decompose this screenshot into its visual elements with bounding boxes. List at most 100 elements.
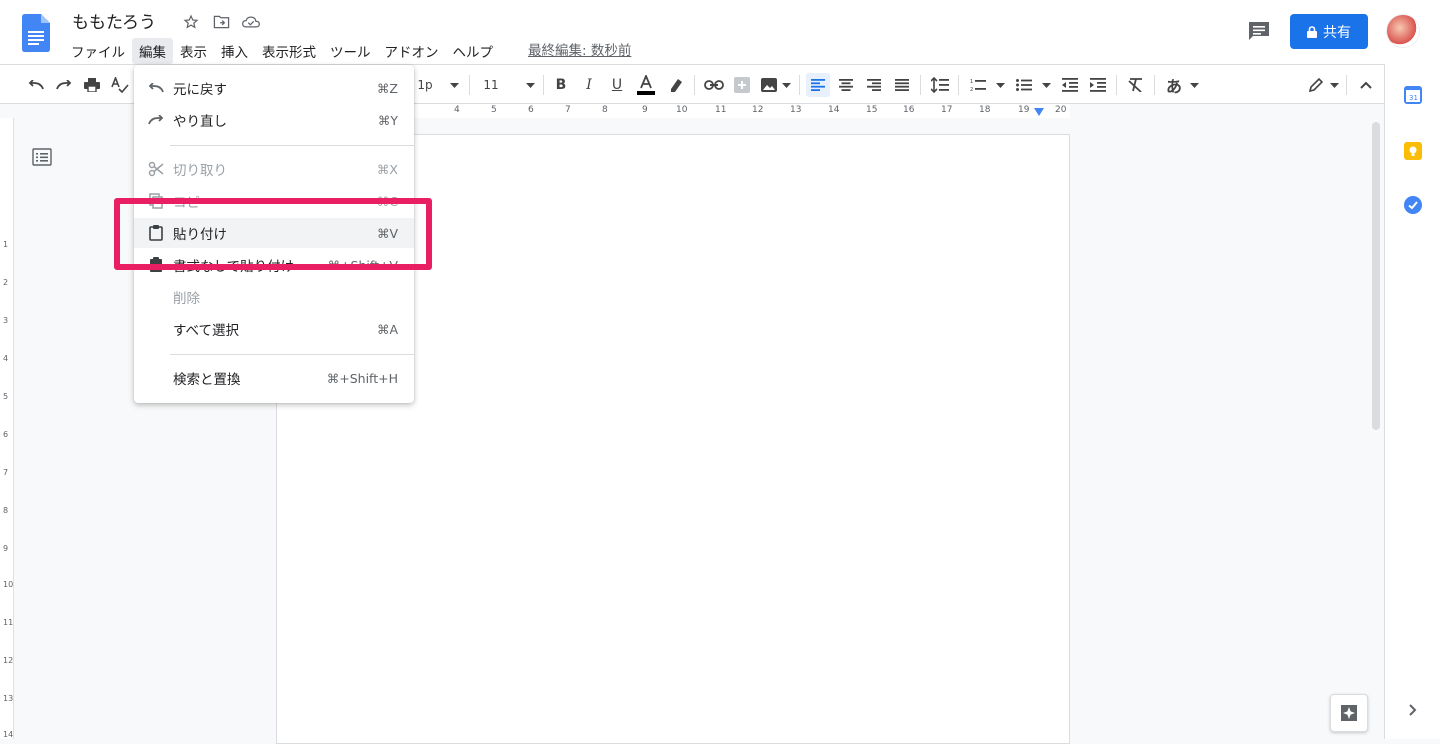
bulleted-list-icon[interactable] <box>1012 73 1036 97</box>
ruler-tick: 8 <box>3 506 9 515</box>
increase-indent-icon[interactable] <box>1086 73 1110 97</box>
last-edit-link[interactable]: 最終編集: 数秒前 <box>528 39 631 59</box>
menu-item-label: 元に戻す <box>173 82 227 98</box>
toolbar-divider <box>920 75 921 95</box>
chevron-right-icon[interactable] <box>1409 704 1417 716</box>
toolbar-divider <box>799 75 800 95</box>
menu-file[interactable]: ファイル <box>64 38 132 64</box>
chevron-down-icon[interactable] <box>1040 73 1052 97</box>
cloud-saved-icon[interactable] <box>242 13 260 31</box>
horizontal-ruler[interactable]: 4 5 6 7 8 9 10 11 12 13 14 15 16 17 18 1… <box>414 104 1070 118</box>
line-spacing-icon[interactable] <box>928 73 952 97</box>
line-spacing-value[interactable]: 1p <box>414 73 436 97</box>
ruler-tick: 12 <box>3 656 14 665</box>
align-justify-icon[interactable] <box>890 73 914 97</box>
insert-image-icon[interactable] <box>758 73 780 97</box>
ruler-tick: 2 <box>3 278 9 287</box>
ruler-tick: 15 <box>866 105 878 115</box>
menu-item-select-all[interactable]: すべて選択 ⌘A <box>134 314 414 344</box>
clear-formatting-icon[interactable] <box>1124 73 1148 97</box>
star-icon[interactable] <box>182 13 200 31</box>
ruler-tick: 18 <box>979 105 991 115</box>
align-center-icon[interactable] <box>834 73 858 97</box>
chevron-down-icon[interactable] <box>780 73 792 97</box>
menu-help[interactable]: ヘルプ <box>446 38 501 64</box>
ruler-tick: 3 <box>3 316 9 325</box>
right-indent-marker-icon[interactable] <box>1034 108 1044 116</box>
menu-edit[interactable]: 編集 <box>132 38 173 64</box>
menu-addons[interactable]: アドオン <box>378 38 446 64</box>
ruler-tick: 12 <box>752 105 764 115</box>
comment-history-icon[interactable] <box>1248 21 1270 41</box>
add-comment-icon[interactable] <box>730 73 754 97</box>
editing-mode-pencil-icon[interactable] <box>1304 73 1328 97</box>
menu-item-shortcut: ⌘X <box>376 161 398 177</box>
toolbar-divider <box>958 75 959 95</box>
menu-item-redo[interactable]: やり直し ⌘Y <box>134 105 414 135</box>
vertical-scrollbar[interactable] <box>1372 122 1380 430</box>
decrease-indent-icon[interactable] <box>1058 73 1082 97</box>
hide-menus-chevron-up-icon[interactable] <box>1354 73 1378 97</box>
annotation-highlight-box <box>114 198 432 270</box>
underline-icon[interactable]: U <box>606 73 628 97</box>
menu-item-label: 削除 <box>173 291 200 307</box>
insert-link-icon[interactable] <box>702 73 726 97</box>
docs-logo-icon[interactable] <box>22 14 50 52</box>
svg-text:1: 1 <box>970 79 973 85</box>
menu-item-label: 検索と置換 <box>173 372 241 388</box>
vertical-ruler[interactable]: 1 2 3 4 5 6 7 8 9 10 11 12 13 14 <box>0 118 14 739</box>
input-tools-value[interactable]: あ <box>1162 73 1186 97</box>
menu-item-label: やり直し <box>173 114 227 130</box>
svg-text:2: 2 <box>970 87 973 92</box>
menu-item-shortcut: ⌘+Shift+H <box>326 370 398 386</box>
menu-item-cut[interactable]: 切り取り ⌘X <box>134 154 414 184</box>
menu-item-delete[interactable]: 削除 <box>134 282 414 312</box>
ruler-tick: 7 <box>565 105 571 115</box>
align-right-icon[interactable] <box>862 73 886 97</box>
highlight-color-icon[interactable] <box>664 73 688 97</box>
menu-insert[interactable]: 挿入 <box>214 38 255 64</box>
chevron-down-icon[interactable] <box>1328 73 1340 97</box>
move-folder-icon[interactable] <box>212 13 230 31</box>
share-button[interactable]: 共有 <box>1290 14 1368 49</box>
calendar-icon[interactable]: 31 <box>1404 86 1422 104</box>
italic-icon[interactable]: I <box>578 73 600 97</box>
text-color-icon[interactable] <box>634 73 658 97</box>
print-icon[interactable] <box>80 73 104 97</box>
menu-tools[interactable]: ツール <box>323 38 378 64</box>
document-title[interactable]: ももたろう <box>72 8 156 33</box>
ruler-tick: 4 <box>3 354 9 363</box>
chevron-down-icon[interactable] <box>446 73 462 97</box>
user-avatar[interactable] <box>1386 14 1420 48</box>
redo-icon[interactable] <box>52 73 76 97</box>
menu-item-undo[interactable]: 元に戻す ⌘Z <box>134 73 414 103</box>
explore-icon <box>1341 705 1357 721</box>
menu-format[interactable]: 表示形式 <box>255 38 323 64</box>
ruler-tick: 8 <box>602 105 608 115</box>
tasks-icon[interactable] <box>1404 196 1422 214</box>
menu-divider <box>170 145 414 146</box>
menu-view[interactable]: 表示 <box>173 38 214 64</box>
menu-item-find-replace[interactable]: 検索と置換 ⌘+Shift+H <box>134 363 414 393</box>
ruler-tick: 11 <box>3 618 14 627</box>
menu-item-label: すべて選択 <box>173 323 240 339</box>
chevron-down-icon[interactable] <box>994 73 1006 97</box>
ruler-tick: 16 <box>903 105 915 115</box>
spellcheck-icon[interactable] <box>108 73 132 97</box>
keep-icon[interactable] <box>1404 142 1422 160</box>
explore-button[interactable] <box>1330 694 1368 732</box>
ruler-tick: 13 <box>790 105 802 115</box>
document-outline-icon[interactable] <box>32 148 52 166</box>
toolbar-divider <box>694 75 695 95</box>
bold-icon[interactable]: B <box>550 73 572 97</box>
align-left-icon[interactable] <box>806 73 830 97</box>
ruler-tick: 9 <box>3 544 9 553</box>
numbered-list-icon[interactable]: 12 <box>966 73 990 97</box>
toolbar-divider <box>543 75 544 95</box>
menu-item-shortcut: ⌘Y <box>377 112 398 128</box>
chevron-down-icon[interactable] <box>522 73 538 97</box>
menu-item-shortcut: ⌘A <box>376 321 398 337</box>
undo-icon[interactable] <box>24 73 48 97</box>
chevron-down-icon[interactable] <box>1188 73 1200 97</box>
font-size-value[interactable]: 11 <box>478 73 504 97</box>
